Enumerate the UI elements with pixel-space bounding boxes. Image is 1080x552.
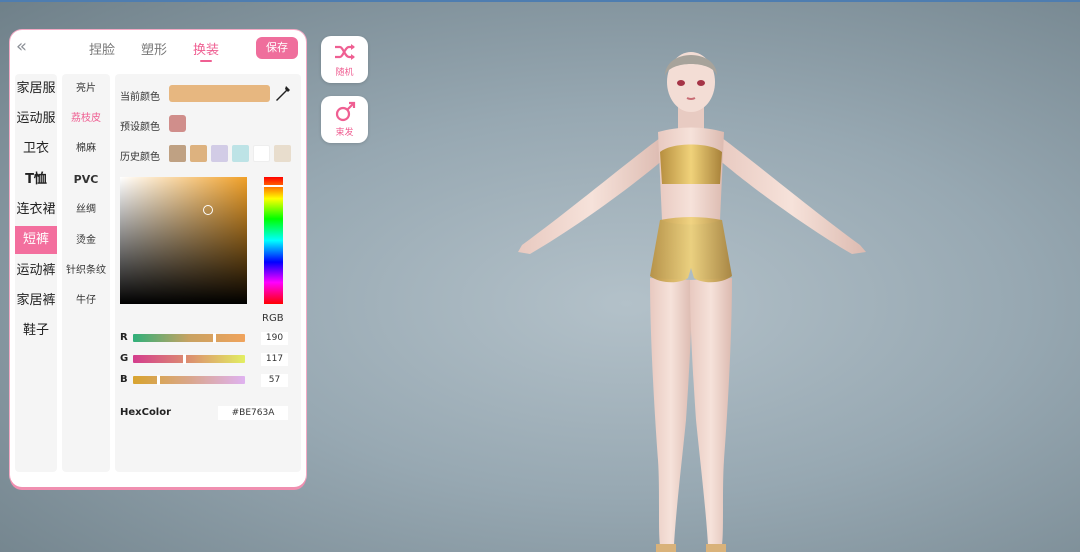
customize-panel: « 捏脸 塑形 换装 保存 家居服 运动服 卫衣 T恤 连衣裙 短裤 运动裤 家… (10, 30, 306, 487)
blue-slider[interactable] (133, 375, 245, 385)
avatar-model (518, 52, 866, 552)
history-swatch[interactable] (169, 145, 186, 162)
material-item-linen[interactable]: 棉麻 (62, 138, 110, 160)
eyedropper-icon[interactable] (275, 85, 291, 103)
blue-channel-label: B (120, 374, 128, 385)
material-item-denim[interactable]: 牛仔 (62, 290, 110, 312)
category-item-dress[interactable]: 连衣裙 (15, 196, 57, 224)
hex-color-input[interactable]: #BE763A (218, 406, 288, 420)
category-item-sportswear[interactable]: 运动服 (15, 105, 57, 133)
material-list: 亮片 荔枝皮 棉麻 PVC 丝绸 烫金 针织条纹 牛仔 (62, 74, 110, 472)
red-slider[interactable] (133, 333, 245, 343)
color-mode-toggle[interactable]: RGB (262, 313, 284, 324)
blue-value-input[interactable]: 57 (261, 374, 288, 387)
top-edge-line (0, 0, 1080, 2)
history-swatch[interactable] (232, 145, 249, 162)
red-value-input[interactable]: 190 (261, 332, 288, 345)
category-item-shorts[interactable]: 短裤 (15, 226, 57, 254)
hue-slider[interactable] (262, 177, 283, 304)
history-swatch[interactable] (274, 145, 291, 162)
history-swatch[interactable] (253, 145, 270, 162)
preset-color-label: 预设颜色 (120, 122, 160, 133)
picker-cursor[interactable] (203, 205, 213, 215)
category-item-lounge-pants[interactable]: 家居裤 (15, 287, 57, 315)
collapse-panel-icon[interactable]: « (16, 38, 38, 56)
green-channel-label: G (120, 353, 129, 364)
saturation-value-picker[interactable] (120, 177, 247, 304)
history-swatch[interactable] (190, 145, 207, 162)
active-tab-indicator (200, 60, 212, 62)
blue-slider-handle[interactable] (157, 375, 160, 385)
green-slider-handle[interactable] (183, 354, 186, 364)
shuffle-icon (335, 44, 355, 60)
category-item-tshirt[interactable]: T恤 (15, 166, 57, 194)
current-color-label: 当前颜色 (120, 92, 160, 103)
category-item-shoes[interactable]: 鞋子 (15, 317, 57, 345)
hair-tie-icon (335, 101, 356, 122)
preset-color-swatch[interactable] (169, 115, 186, 132)
color-editor: 当前颜色 预设颜色 历史颜色 RGB R 190 G 117 B 57 HexC… (115, 74, 301, 472)
category-list: 家居服 运动服 卫衣 T恤 连衣裙 短裤 运动裤 家居裤 鞋子 (15, 74, 57, 472)
green-value-input[interactable]: 117 (261, 353, 288, 366)
material-item-pebbled-leather[interactable]: 荔枝皮 (62, 108, 110, 130)
random-button[interactable]: 随机 (321, 36, 368, 83)
category-item-loungewear[interactable]: 家居服 (15, 75, 57, 103)
red-slider-handle[interactable] (213, 333, 216, 343)
tab-body[interactable]: 塑形 (141, 39, 167, 58)
random-button-label: 随机 (335, 68, 354, 78)
history-swatch[interactable] (211, 145, 228, 162)
hair-tie-button-label: 束发 (335, 128, 354, 138)
material-item-pvc[interactable]: PVC (62, 169, 110, 191)
material-item-gold-foil[interactable]: 烫金 (62, 230, 110, 252)
save-button[interactable]: 保存 (256, 37, 298, 59)
category-item-sweatpants[interactable]: 运动裤 (15, 257, 57, 285)
hair-tie-button[interactable]: 束发 (321, 96, 368, 143)
hex-color-label: HexColor (120, 407, 172, 418)
category-item-hoodie[interactable]: 卫衣 (15, 135, 57, 163)
hue-slider-handle[interactable] (262, 185, 283, 187)
current-color-swatch[interactable] (169, 85, 270, 102)
tab-face[interactable]: 捏脸 (89, 39, 115, 58)
material-item-sequin[interactable]: 亮片 (62, 78, 110, 100)
history-color-label: 历史颜色 (120, 152, 160, 163)
material-item-knit-stripe[interactable]: 针织条纹 (62, 260, 110, 282)
material-item-silk[interactable]: 丝绸 (62, 199, 110, 221)
green-slider[interactable] (133, 354, 245, 364)
tab-outfit[interactable]: 换装 (193, 39, 219, 58)
red-channel-label: R (120, 332, 128, 343)
